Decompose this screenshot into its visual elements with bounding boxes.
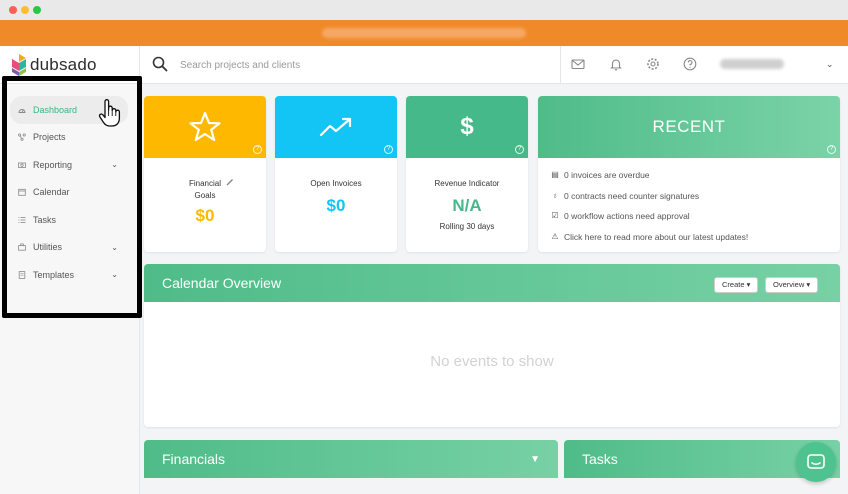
minimize-window-button[interactable] xyxy=(21,6,29,14)
bell-icon[interactable] xyxy=(609,57,623,71)
invoice-icon: ▤ xyxy=(551,170,559,180)
envelope-icon[interactable] xyxy=(571,57,585,71)
search-input[interactable] xyxy=(180,56,540,74)
sidebar-item-label: Calendar xyxy=(33,187,70,198)
recent-item-text: Click here to read more about our latest… xyxy=(564,231,749,242)
recent-card-header: RECENT ? xyxy=(538,96,840,158)
search-icon[interactable] xyxy=(152,56,168,72)
chevron-down-icon: ⌄ xyxy=(111,242,118,252)
tasks-title: Tasks xyxy=(582,451,618,467)
recent-item-contracts[interactable]: ♁ 0 contracts need counter signatures xyxy=(550,186,840,207)
contract-icon: ♁ xyxy=(552,190,558,200)
sidebar-item-label: Reporting xyxy=(33,159,73,170)
tasks-icon xyxy=(18,216,26,223)
card-label: Open Invoices xyxy=(310,179,362,188)
dubsado-logo-icon xyxy=(12,54,26,76)
divider xyxy=(139,46,140,84)
caret-down-icon[interactable]: ▼ xyxy=(530,454,540,465)
financials-title: Financials xyxy=(162,451,226,467)
divider xyxy=(560,46,561,84)
sidebar-item-tasks[interactable]: Tasks xyxy=(10,206,128,234)
sidebar-item-templates[interactable]: Templates ⌄ xyxy=(10,261,128,289)
chevron-down-icon: ⌄ xyxy=(111,160,118,169)
sidebar-item-label: Utilities xyxy=(33,242,63,253)
notification-banner xyxy=(0,20,848,46)
sidebar-item-utilities[interactable]: Utilities ⌄ xyxy=(10,234,128,262)
star-icon xyxy=(189,111,221,142)
sidebar-item-label: Tasks xyxy=(33,214,57,225)
recent-item-workflow[interactable]: ☑ 0 workflow actions need approval xyxy=(550,206,840,227)
gear-icon[interactable] xyxy=(646,57,660,71)
revenue-indicator-value: N/A xyxy=(452,196,482,215)
recent-item-overdue-invoices[interactable]: ▤ 0 invoices are overdue xyxy=(550,165,840,186)
chevron-down-icon: ⌄ xyxy=(111,270,118,279)
financials-panel-header[interactable]: Financials ▼ xyxy=(144,440,558,478)
trend-up-icon xyxy=(319,117,352,137)
calendar-overview-panel: Calendar Overview Create ▾ Overview ▾ No… xyxy=(144,264,840,427)
sidebar-item-label: Templates xyxy=(33,269,75,280)
checkbox-icon: ☑ xyxy=(551,211,559,221)
open-invoices-card-header: ? xyxy=(275,96,397,158)
chevron-down-icon[interactable]: ⌄ xyxy=(826,59,834,70)
revenue-indicator-card-header: $ ? xyxy=(406,96,528,158)
user-name-redacted[interactable] xyxy=(720,59,784,69)
chat-icon xyxy=(807,454,825,469)
recent-card: RECENT ? ▤ 0 invoices are overdue ♁ 0 co… xyxy=(538,96,840,252)
card-label: Revenue Indicator xyxy=(434,179,500,188)
banner-text-redacted xyxy=(322,28,526,38)
edit-pencil-icon[interactable] xyxy=(226,178,234,186)
recent-item-updates-link[interactable]: ⚠ Click here to read more about our late… xyxy=(550,227,840,248)
reporting-icon xyxy=(18,162,26,168)
help-icon[interactable]: ? xyxy=(384,145,393,154)
recent-list: ▤ 0 invoices are overdue ♁ 0 contracts n… xyxy=(538,158,840,247)
overview-dropdown-button[interactable]: Overview ▾ xyxy=(765,277,819,293)
help-icon[interactable]: ? xyxy=(827,145,836,154)
sidebar-item-label: Dashboard xyxy=(33,104,78,115)
financial-goals-card[interactable]: ? Financial Goals $0 xyxy=(144,96,266,252)
warning-icon: ⚠ xyxy=(551,231,559,241)
maximize-window-button[interactable] xyxy=(33,6,41,14)
sidebar-item-calendar[interactable]: Calendar xyxy=(10,179,128,207)
calendar-overview-title: Calendar Overview xyxy=(162,275,282,291)
projects-icon xyxy=(18,133,26,141)
financial-goals-value: $0 xyxy=(195,206,215,225)
sidebar-item-label: Projects xyxy=(33,132,66,143)
card-label: Financial Goals xyxy=(144,178,266,202)
create-dropdown-button[interactable]: Create ▾ xyxy=(714,277,759,293)
app-logo[interactable]: dubsado xyxy=(12,53,97,77)
hand-cursor-icon xyxy=(98,99,121,127)
empty-state-text: No events to show xyxy=(430,353,554,370)
open-invoices-card[interactable]: ? Open Invoices $0 xyxy=(275,96,397,252)
card-sub-label: Rolling 30 days xyxy=(439,222,495,231)
dashboard-icon xyxy=(18,108,26,113)
top-bar: dubsado ⌄ xyxy=(0,46,848,84)
open-invoices-value: $0 xyxy=(326,196,346,215)
chat-launcher-button[interactable] xyxy=(796,442,836,482)
window-titlebar xyxy=(0,0,848,20)
calendar-icon xyxy=(18,189,26,196)
card-label-line: Financial xyxy=(188,179,221,188)
utilities-icon xyxy=(18,243,26,251)
dollar-icon: $ xyxy=(460,113,474,140)
recent-title: RECENT xyxy=(652,117,726,136)
help-icon[interactable] xyxy=(683,57,697,71)
help-icon[interactable]: ? xyxy=(253,145,262,154)
recent-item-text: 0 contracts need counter signatures xyxy=(564,190,700,201)
close-window-button[interactable] xyxy=(9,6,17,14)
recent-item-text: 0 workflow actions need approval xyxy=(564,211,690,222)
revenue-indicator-card[interactable]: $ ? Revenue Indicator N/A Rolling 30 day… xyxy=(406,96,528,252)
templates-icon xyxy=(18,270,26,279)
recent-item-text: 0 invoices are overdue xyxy=(564,170,650,181)
help-icon[interactable]: ? xyxy=(515,145,524,154)
app-name: dubsado xyxy=(30,55,97,74)
card-label-line: Goals xyxy=(194,191,216,200)
sidebar-item-reporting[interactable]: Reporting ⌄ xyxy=(10,151,128,179)
financial-goals-card-header: ? xyxy=(144,96,266,158)
calendar-overview-header: Calendar Overview Create ▾ Overview ▾ xyxy=(144,264,840,302)
